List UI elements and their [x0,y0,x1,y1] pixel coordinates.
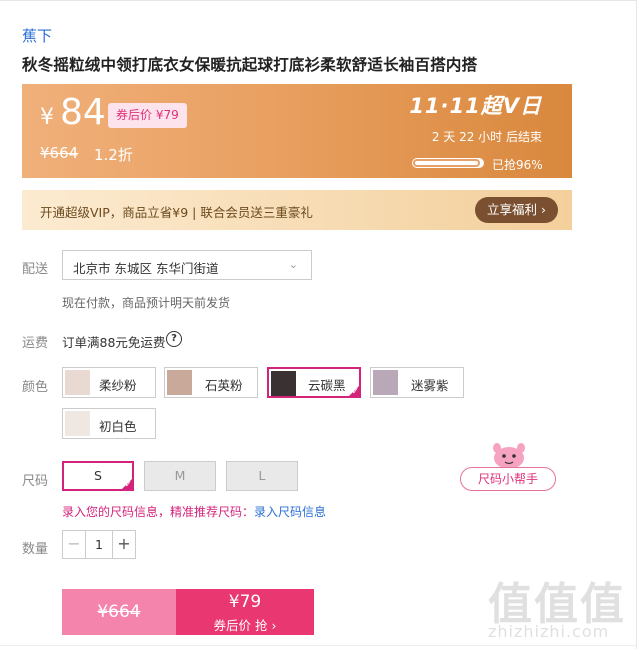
size-option-label: L [258,468,266,483]
original-price-button[interactable]: ¥664 [62,589,176,635]
quantity-label: 数量 [22,542,49,557]
watermark-url: zhizhizhi.com [488,622,610,641]
quantity-decrement-button[interactable]: − [63,531,86,558]
color-swatch-thumbnail [65,411,90,436]
color-option-off-white[interactable]: 初白色 [62,408,156,439]
color-option-label: 迷雾紫 [411,378,449,393]
coupon-price-tag: 券后价 ¥79 [108,103,187,128]
size-option-m[interactable]: M [144,461,216,491]
delivery-note: 现在付款，商品预计明天前发货 [62,296,231,310]
coupon-buy-button[interactable]: ¥79 券后价 抢 › [176,589,314,635]
frame-top-border [0,0,637,1]
size-label: 尺码 [22,474,49,489]
help-icon[interactable]: ? [166,331,182,347]
vip-benefit-button[interactable]: 立享福利 › [475,197,558,223]
product-title: 秋冬摇粒绒中领打底衣女保暖抗起球打底衫柔软舒适长袖百搭内搭 [22,56,478,74]
checkmark-icon: ✓ [124,480,132,490]
color-option-label: 柔纱粉 [99,378,137,393]
delivery-address-value: 北京市 东城区 东华门街道 [73,261,219,276]
color-option-label: 初白色 [99,419,137,434]
color-swatch-thumbnail [167,370,192,395]
color-option-carbon-black[interactable]: 云碳黑 ✓ [267,367,361,398]
shipping-label: 运费 [22,336,49,351]
mascot-icon [493,443,525,469]
color-option-label: 石英粉 [205,378,243,393]
color-option-quartz-pink[interactable]: 石英粉 [164,367,258,398]
size-helper-button[interactable]: 尺码小帮手 [460,467,556,491]
countdown-timer: 2 天 22 小时 后结束 [431,130,542,144]
coupon-buy-label: 券后价 抢 › [213,618,277,633]
sold-progress-fill [413,159,481,167]
color-swatch-thumbnail [65,370,90,395]
color-swatch-thumbnail [271,371,296,396]
size-info-prompt: 录入您的尺码信息，精准推荐尺码：录入尺码信息 [62,503,326,520]
price-banner: ¥ 84 券后价 ¥79 ¥664 1.2折 11·11超V日 2 天 22 小… [22,84,572,178]
quantity-input[interactable]: 1 [85,531,113,558]
chevron-down-icon: ⌄ [288,258,298,271]
color-label: 颜色 [22,380,49,395]
shipping-text: 订单满88元免运费 [62,335,166,350]
vip-promo-bar: 开通超级VIP，商品立省¥9 | 联合会员送三重豪礼 立享福利 › [22,190,572,230]
size-option-l[interactable]: L [226,461,298,491]
size-info-link[interactable]: 录入尺码信息 [254,505,326,519]
size-option-s[interactable]: S ✓ [62,461,134,491]
site-watermark: 值值值 zhizhizhi.com [488,568,628,644]
original-price: ¥664 [40,144,79,162]
delivery-label: 配送 [22,262,49,277]
size-option-label: M [174,468,186,483]
checkmark-icon: ✓ [351,387,359,397]
delivery-address-select[interactable]: 北京市 东城区 东华门街道 ⌄ [62,250,312,280]
coupon-buy-price: ¥79 [228,592,262,612]
color-option-mist-purple[interactable]: 迷雾紫 [370,367,464,398]
discount-label: 1.2折 [94,146,133,164]
vip-promo-text: 开通超级VIP，商品立省¥9 | 联合会员送三重豪礼 [40,205,313,220]
sold-percent-text: 已抢96% [492,158,543,172]
sold-progress-bar [412,158,484,168]
current-price: 84 [60,92,106,133]
quantity-increment-button[interactable]: + [112,531,135,558]
size-option-label: S [94,468,102,483]
brand-link[interactable]: 蕉下 [22,25,52,46]
quantity-stepper: − 1 + [62,530,136,559]
bottom-divider [0,645,637,646]
color-option-label: 云碳黑 [308,378,346,393]
size-info-text: 录入您的尺码信息，精准推荐尺码： [62,505,255,519]
currency-symbol: ¥ [40,105,54,130]
event-logo: 11·11超V日 [409,94,542,118]
color-option-rose-pink[interactable]: 柔纱粉 [62,367,156,398]
color-swatch-thumbnail [373,370,398,395]
